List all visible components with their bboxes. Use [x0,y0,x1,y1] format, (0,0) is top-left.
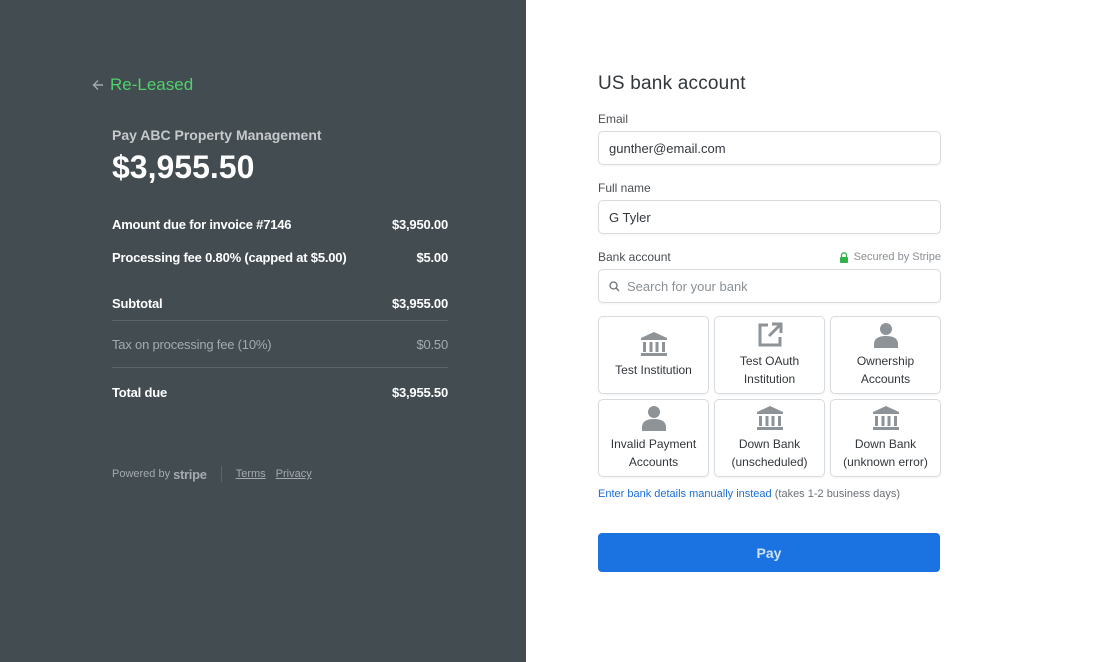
footer: Powered by stripe Terms Privacy [112,466,322,482]
pay-to-label: Pay ABC Property Management [112,127,322,143]
full-name-label: Full name [598,181,651,195]
bank-grid: Test Institution Test OAuth Institution … [598,316,941,477]
subtotal-amount: $3,955.00 [391,296,448,311]
form-title: US bank account [598,73,746,94]
bank-name-line2: Accounts [860,372,911,386]
bank-name: Ownership [856,354,915,368]
powered-by-label: Powered by [112,468,171,480]
manual-entry-row: Enter bank details manually instead (tak… [598,488,941,500]
secured-badge: Secured by Stripe [839,251,941,263]
bank-name-line2: (unscheduled) [731,455,808,469]
total-label: Total due [112,384,168,400]
bank-icon [640,332,667,356]
bank-name: Down Bank [738,437,801,451]
line-item: Processing fee 0.80% (capped at $5.00) $… [112,241,448,274]
line-item-amount: $3,950.00 [391,217,448,232]
search-icon [609,280,620,291]
bank-search-input[interactable]: Search for your bank [598,269,941,303]
line-items: Amount due for invoice #7146 $3,950.00 P… [112,208,448,416]
line-item-label: Amount due for invoice #7146 [112,217,292,232]
bank-account-label: Bank account [598,250,671,264]
bank-option-test-institution[interactable]: Test Institution [598,316,709,394]
manual-entry-note: (takes 1-2 business days) [771,488,901,500]
summary: Pay ABC Property Management $3,955.50 Am… [112,127,448,416]
full-name-field[interactable]: G Tyler [598,200,941,234]
tax-row: Tax on processing fee (10%) $0.50 [112,321,448,367]
external-link-icon [758,322,782,347]
back-link[interactable]: Re-Leased [92,75,193,95]
bank-name-line2: (unknown error) [843,455,928,469]
bank-option-down-bank-unscheduled[interactable]: Down Bank (unscheduled) [714,399,825,477]
line-item: Amount due for invoice #7146 $3,950.00 [112,208,448,241]
total-amount: $3,955.50 [112,149,255,185]
bank-name-line2: Institution [743,372,796,386]
person-icon [873,323,898,348]
lock-icon [839,251,848,263]
bank-icon [872,406,899,430]
powered-by-stripe[interactable]: Powered by stripe [112,467,207,482]
footer-divider [220,466,222,482]
bank-icon [756,406,783,430]
bank-option-down-bank-unknown-error[interactable]: Down Bank (unknown error) [830,399,941,477]
tax-label: Tax on processing fee (10%) [112,336,272,352]
bank-name: Down Bank [854,437,917,451]
person-icon [641,406,666,431]
total-due-amount: $3,955.50 [391,384,448,400]
privacy-link[interactable]: Privacy [276,468,312,480]
bank-option-ownership-accounts[interactable]: Ownership Accounts [830,316,941,394]
stripe-logo: stripe [173,466,207,482]
bank-option-test-oauth[interactable]: Test OAuth Institution [714,316,825,394]
bank-name-line2: Accounts [628,455,679,469]
manual-entry-link[interactable]: Enter bank details manually instead [598,488,772,500]
pay-button[interactable]: Pay [598,533,940,572]
secured-label: Secured by Stripe [853,251,941,263]
email-label: Email [598,112,629,126]
payment-form: US bank account Email gunther@email.com … [598,73,941,572]
bank-account-label-row: Bank account Secured by Stripe [598,250,941,264]
terms-link[interactable]: Terms [236,468,266,480]
payment-form-panel: US bank account Email gunther@email.com … [526,0,1118,662]
subtotal-row: Subtotal $3,955.00 [112,274,448,320]
total-row: Total due $3,955.50 [112,368,448,416]
merchant-name: Re-Leased [110,75,194,94]
bank-name: Test OAuth [739,354,800,368]
bank-name: Test Institution [615,363,692,377]
bank-option-invalid-payment[interactable]: Invalid Payment Accounts [598,399,709,477]
subtotal-label: Subtotal [112,296,163,311]
bank-search-placeholder: Search for your bank [627,278,748,294]
bank-name: Invalid Payment [610,437,697,451]
tax-amount: $0.50 [416,336,448,352]
line-item-amount: $5.00 [416,250,448,265]
email-field[interactable]: gunther@email.com [598,131,941,165]
order-summary-panel: Re-Leased Pay ABC Property Management $3… [0,0,526,662]
arrow-left-icon [92,80,103,90]
line-item-label: Processing fee 0.80% (capped at $5.00) [112,250,347,265]
